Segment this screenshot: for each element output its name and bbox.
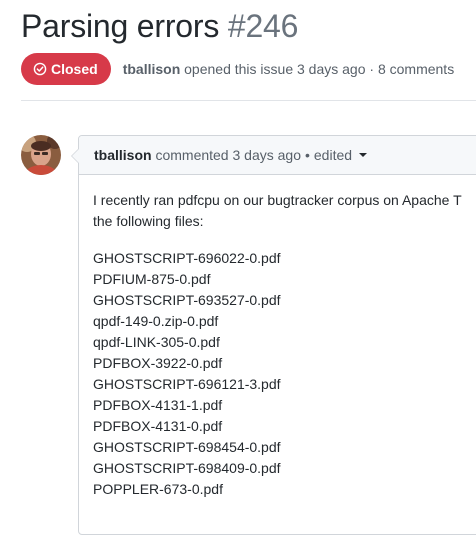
state-label: Closed — [51, 61, 98, 77]
comment-header: tballison commented 3 days ago • edited — [79, 136, 476, 175]
issue-meta: Closed tballison opened this issue 3 day… — [21, 53, 454, 85]
file-item: qpdf-LINK-305-0.pdf — [93, 334, 220, 350]
file-item: GHOSTSCRIPT-696121-3.pdf — [93, 376, 281, 392]
comment-body: I recently ran pdfcpu on our bugtracker … — [79, 175, 476, 500]
comments-count: 8 comments — [377, 61, 455, 77]
file-item: qpdf-149-0.zip-0.pdf — [93, 313, 219, 329]
issue-meta-text: tballison opened this issue 3 days ago ·… — [123, 61, 455, 77]
file-item: PDFBOX-4131-0.pdf — [93, 418, 223, 434]
body-line-2: the following files: — [93, 213, 204, 229]
issue-number: #246 — [227, 8, 299, 44]
comment-author-link[interactable]: tballison — [94, 147, 152, 163]
edited-dropdown[interactable]: edited — [313, 147, 368, 163]
file-item: GHOSTSCRIPT-698409-0.pdf — [93, 460, 281, 476]
file-item: PDFIUM-875-0.pdf — [93, 271, 211, 287]
comment-separator: • — [304, 147, 310, 163]
opened-text: opened this issue 3 days ago — [184, 61, 366, 77]
comment-action: commented 3 days ago — [155, 147, 301, 163]
triangle-down-icon — [359, 153, 368, 157]
state-badge: Closed — [21, 53, 111, 85]
body-line-1: I recently ran pdfcpu on our bugtracker … — [93, 192, 462, 208]
issue-author-link[interactable]: tballison — [123, 61, 181, 77]
issue-title: Parsing errors #246 — [21, 6, 298, 46]
file-item: GHOSTSCRIPT-698454-0.pdf — [93, 439, 281, 455]
file-item: GHOSTSCRIPT-696022-0.pdf — [93, 250, 281, 266]
file-item: PDFBOX-4131-1.pdf — [93, 397, 223, 413]
file-item: POPPLER-673-0.pdf — [93, 481, 223, 497]
avatar[interactable] — [21, 135, 61, 175]
header-divider — [21, 100, 476, 101]
issue-title-text: Parsing errors — [21, 8, 220, 44]
edited-label: edited — [313, 147, 353, 163]
issue-closed-icon — [33, 62, 47, 76]
file-item: PDFBOX-3922-0.pdf — [93, 355, 223, 371]
meta-separator: · — [369, 61, 375, 77]
file-item: GHOSTSCRIPT-693527-0.pdf — [93, 292, 281, 308]
comment-caret-fill — [72, 148, 80, 164]
comment-box: tballison commented 3 days ago • edited I … — [71, 135, 476, 535]
file-list: GHOSTSCRIPT-696022-0.pdf PDFIUM-875-0.pd… — [93, 248, 476, 500]
